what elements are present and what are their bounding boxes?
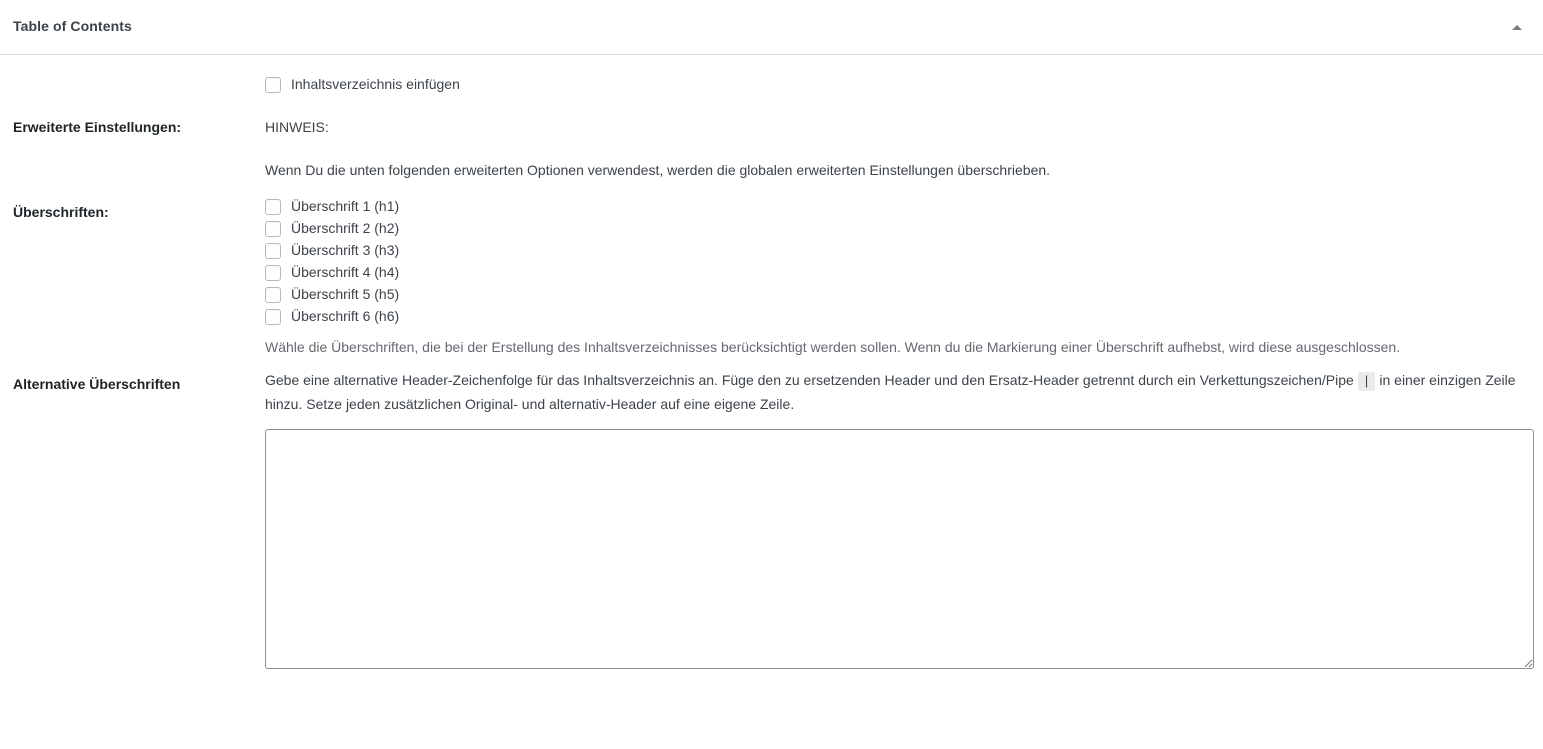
- toc-insert-checkbox[interactable]: [265, 77, 281, 93]
- heading-h6-checkbox-row[interactable]: Überschrift 6 (h6): [265, 306, 1533, 328]
- heading-h2-checkbox-row[interactable]: Überschrift 2 (h2): [265, 218, 1533, 240]
- headings-label: Überschriften:: [13, 204, 109, 221]
- page-title: Table of Contents: [13, 18, 132, 35]
- heading-h5-checkbox-row[interactable]: Überschrift 5 (h5): [265, 284, 1533, 306]
- panel-header: Table of Contents: [0, 0, 1543, 55]
- heading-h6-checkbox[interactable]: [265, 309, 281, 326]
- heading-h1-label[interactable]: Überschrift 1 (h1): [291, 197, 399, 217]
- heading-h3-checkbox[interactable]: [265, 243, 281, 260]
- heading-h5-checkbox[interactable]: [265, 287, 281, 304]
- heading-h4-checkbox-row[interactable]: Überschrift 4 (h4): [265, 262, 1533, 284]
- heading-h1-checkbox[interactable]: [265, 199, 281, 216]
- heading-h2-checkbox[interactable]: [265, 221, 281, 238]
- alternative-headings-description: Gebe eine alternative Header-Zeichenfolg…: [265, 369, 1533, 415]
- heading-h3-label[interactable]: Überschrift 3 (h3): [291, 241, 399, 261]
- advanced-settings-label: Erweiterte Einstellungen:: [13, 119, 182, 135]
- heading-h1-checkbox-row[interactable]: Überschrift 1 (h1): [265, 196, 1533, 218]
- heading-h4-checkbox[interactable]: [265, 265, 281, 282]
- headings-field: Überschrift 1 (h1) Überschrift 2 (h2) Üb…: [255, 182, 1543, 361]
- heading-h6-label[interactable]: Überschrift 6 (h6): [291, 307, 399, 327]
- toc-insert-checkbox-row[interactable]: Inhaltsverzeichnis einfügen: [265, 74, 1533, 96]
- heading-h4-label[interactable]: Überschrift 4 (h4): [291, 263, 399, 283]
- heading-h3-checkbox-row[interactable]: Überschrift 3 (h3): [265, 240, 1533, 262]
- caret-up-icon: [1512, 24, 1522, 30]
- toc-insert-checkbox-label[interactable]: Inhaltsverzeichnis einfügen: [291, 75, 460, 95]
- alternative-headings-textarea[interactable]: [265, 429, 1534, 670]
- headings-description: Wähle die Überschriften, die bei der Ers…: [265, 339, 1401, 356]
- row-headings: Überschriften: Überschrift 1 (h1) Übersc…: [0, 182, 1543, 361]
- heading-h5-label[interactable]: Überschrift 5 (h5): [291, 285, 399, 305]
- panel-collapse-toggle-button[interactable]: [1495, 0, 1539, 54]
- row-toc-insert: Inhaltsverzeichnis einfügen: [0, 55, 1543, 104]
- heading-h2-label[interactable]: Überschrift 2 (h2): [291, 219, 399, 239]
- pipe-character-code: |: [1357, 372, 1376, 392]
- settings-form-table: Inhaltsverzeichnis einfügen Erweiterte E…: [0, 55, 1543, 670]
- row-toc-insert-field: Inhaltsverzeichnis einfügen: [255, 55, 1543, 104]
- row-alternative-headings: Alternative Überschriften Gebe eine alte…: [0, 361, 1543, 670]
- alternative-headings-description-part1: Gebe eine alternative Header-Zeichenfolg…: [265, 372, 1354, 389]
- alternative-headings-field: Gebe eine alternative Header-Zeichenfolg…: [255, 361, 1543, 670]
- row-advanced-settings: Erweiterte Einstellungen: HINWEIS: Wenn …: [0, 104, 1543, 182]
- advanced-note-title: HINWEIS:: [265, 119, 329, 135]
- alternative-headings-label: Alternative Überschriften: [13, 376, 181, 393]
- advanced-note-body: Wenn Du die unten folgenden erweiterten …: [265, 161, 1051, 178]
- row-toc-insert-label: [0, 55, 255, 104]
- advanced-settings-field: HINWEIS: Wenn Du die unten folgenden erw…: [255, 104, 1543, 182]
